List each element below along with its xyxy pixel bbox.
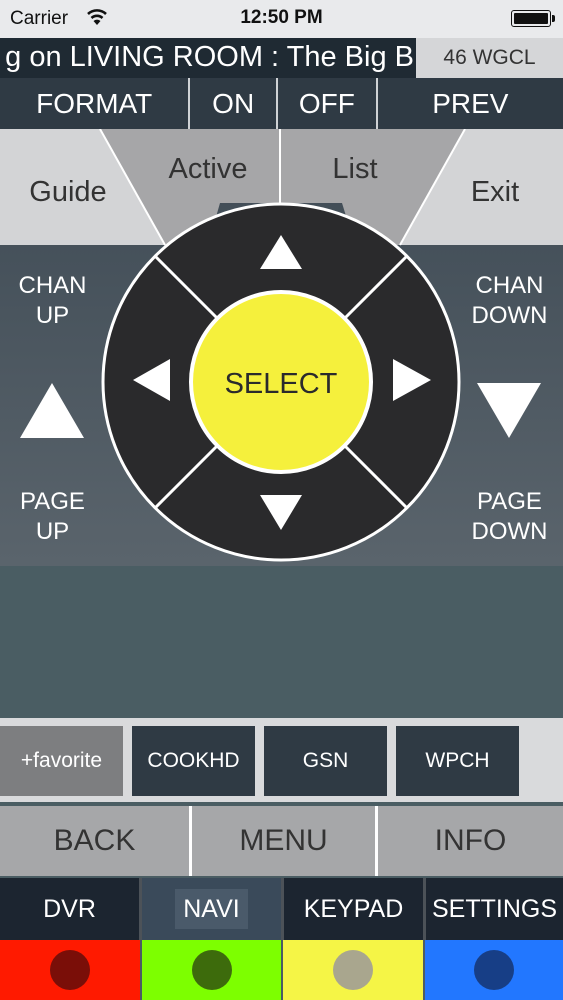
color-button-row (0, 940, 563, 1000)
page-down-label[interactable]: PAGE DOWN (456, 487, 563, 547)
now-playing-ticker: g on LIVING ROOM : The Big B (0, 38, 416, 78)
battery-icon (511, 10, 555, 27)
prev-button[interactable]: PREV (377, 78, 563, 129)
tab-settings[interactable]: SETTINGS (426, 878, 563, 940)
chan-down-arrow-icon[interactable] (477, 383, 541, 438)
tab-keypad[interactable]: KEYPAD (284, 878, 423, 940)
current-channel: 46 WGCL (416, 38, 563, 78)
dot-icon (50, 950, 90, 990)
active-label: Active (169, 153, 248, 185)
favorite-channel-cookhd[interactable]: COOKHD (132, 726, 255, 796)
tab-navi[interactable]: NAVI (142, 878, 281, 940)
chan-down-label[interactable]: CHAN DOWN (456, 271, 563, 331)
favorites-row: +favorite COOKHD GSN WPCH (0, 718, 563, 802)
blue-button[interactable] (425, 940, 563, 1000)
exit-label: Exit (471, 176, 519, 208)
favorite-channel-wpch[interactable]: WPCH (396, 726, 519, 796)
dot-icon (333, 950, 373, 990)
clock: 12:50 PM (240, 7, 323, 28)
favorite-channel-gsn[interactable]: GSN (264, 726, 387, 796)
menu-button[interactable]: MENU (192, 806, 375, 876)
dot-icon (191, 950, 232, 990)
yellow-button[interactable] (283, 940, 423, 1000)
page-up-label[interactable]: PAGE UP (0, 487, 105, 547)
green-button[interactable] (142, 940, 281, 1000)
off-button[interactable]: OFF (278, 78, 376, 129)
ticker-text: g on LIVING ROOM : The Big B (5, 41, 414, 73)
status-bar: Carrier 12:50 PM (0, 0, 563, 38)
navigation-pad-area: Guide Active List Exit SELECT CHAN UP CH… (0, 129, 563, 566)
add-favorite-button[interactable]: +favorite (0, 726, 123, 796)
guide-label: Guide (29, 176, 106, 208)
tab-dvr[interactable]: DVR (0, 878, 139, 940)
control-button-row: BACK MENU INFO (0, 806, 563, 876)
on-button[interactable]: ON (190, 78, 277, 129)
red-button[interactable] (0, 940, 140, 1000)
back-button[interactable]: BACK (0, 806, 189, 876)
tab-bar: DVR NAVI KEYPAD SETTINGS (0, 878, 563, 940)
dot-icon (474, 950, 514, 990)
format-button[interactable]: FORMAT (0, 78, 189, 129)
top-button-row: FORMAT ON OFF PREV (0, 78, 563, 129)
list-label: List (332, 153, 377, 185)
chan-up-label[interactable]: CHAN UP (0, 271, 105, 331)
chan-up-arrow-icon[interactable] (20, 383, 84, 438)
select-label: SELECT (225, 368, 338, 400)
info-button[interactable]: INFO (378, 806, 563, 876)
